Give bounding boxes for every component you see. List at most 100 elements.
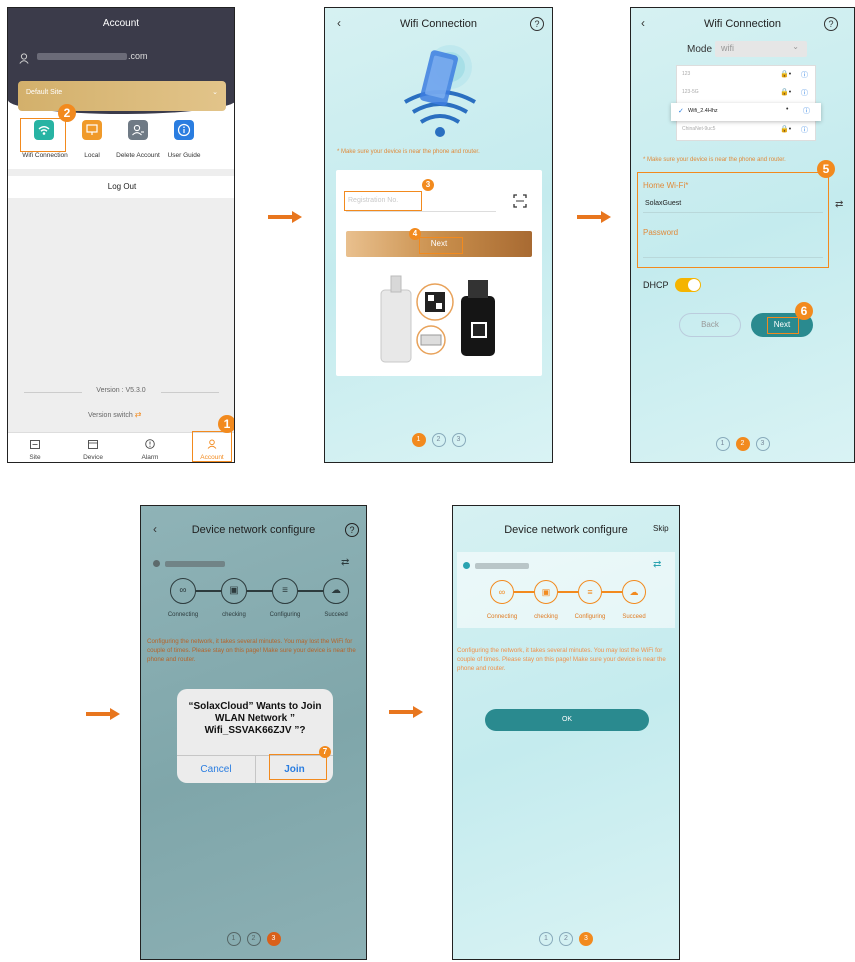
stage-label-succeed: Succeed [324, 612, 348, 618]
stage-connector [514, 591, 534, 593]
scan-icon[interactable] [513, 194, 527, 213]
logout-button[interactable]: Log Out [8, 176, 234, 198]
device-icon [88, 440, 98, 449]
highlight-wifi-tile [20, 118, 66, 152]
step-dot-2: 2 [559, 932, 573, 946]
device-serial-masked [165, 561, 225, 567]
step-badge-4: 4 [409, 228, 421, 240]
tile-label-wifi: Wifi Connection [22, 152, 68, 159]
stage-checking-icon: ▣ [221, 578, 247, 604]
settings-icon[interactable]: ⇄ [341, 557, 349, 568]
phone-wifi-illustration [404, 45, 476, 137]
network-row-selected[interactable]: ✓ Wifi_2.4Hhz • ⓘ [671, 103, 821, 121]
email-masked [37, 53, 127, 60]
page-title: Wifi Connection [399, 18, 478, 30]
tab-site[interactable]: Site [20, 436, 50, 461]
page-title: Account [102, 18, 140, 29]
step-dot-1: 1 [226, 932, 241, 946]
stage-label-configuring: Configuring [574, 614, 606, 620]
highlight-wifi-form [637, 172, 829, 268]
step-badge-7: 7 [319, 746, 331, 758]
screen-account: Account .com Default Site ⌄ Wifi Connect… [7, 7, 235, 463]
screen-wifi-connection-1: ‹ Wifi Connection ? * Make sure your dev… [324, 7, 553, 463]
version-line-right [161, 392, 219, 393]
stage-connector [298, 590, 323, 592]
tab-device-label: Device [83, 454, 103, 461]
tile-local[interactable] [82, 120, 102, 140]
network-row-4[interactable]: ChinaNet-9uc5 🔒• ⓘ [676, 123, 816, 139]
step-badge-5: 5 [817, 160, 835, 178]
wifi-signal-icon: 🔒• [780, 126, 792, 133]
screen-wifi-connection-2: ‹ Wifi Connection ? Mode wifi ⌄ 123 🔒• ⓘ… [630, 7, 855, 463]
logout-label: Log Out [107, 182, 137, 191]
monitor-icon [86, 124, 98, 135]
stage-connecting-icon: ∞ [170, 578, 196, 604]
tab-alarm-label: Alarm [141, 454, 159, 461]
flow-arrow-1 [268, 211, 302, 223]
tab-alarm[interactable]: Alarm [134, 436, 166, 461]
info-icon[interactable]: ⓘ [803, 106, 810, 116]
stage-configuring-icon: ≡ [272, 578, 298, 604]
back-label: Back [701, 320, 719, 329]
stage-connector [247, 590, 272, 592]
info-icon[interactable]: ⓘ [801, 70, 808, 80]
stage-label-connecting: Connecting [486, 614, 518, 620]
settings-icon[interactable]: ⇄ [653, 559, 661, 570]
notice-text: * Make sure your device is near the phon… [337, 149, 480, 155]
stage-label-connecting: Connecting [167, 612, 199, 618]
network-name-1: 123 [682, 71, 691, 77]
tab-device[interactable]: Device [76, 436, 110, 461]
stage-succeed-icon: ☁ [622, 580, 646, 604]
help-icon[interactable]: ? [345, 523, 359, 537]
step-indicator: 1 2 3 [141, 932, 366, 946]
step-dot-2: 2 [246, 932, 261, 946]
mode-value: wifi [721, 43, 734, 53]
cancel-label: Cancel [200, 764, 232, 775]
page-title: Wifi Connection [703, 18, 782, 30]
back-button[interactable]: Back [679, 313, 741, 337]
step-dot-2: 2 [735, 437, 750, 451]
highlight-join [269, 754, 327, 780]
chevron-down-icon: ⌄ [792, 42, 799, 51]
highlight-next [419, 237, 463, 254]
stage-label-checking: checking [534, 614, 558, 620]
info-icon[interactable]: ⓘ [801, 88, 808, 98]
flow-arrow-2 [577, 211, 611, 223]
screen-device-network-configure-dialog: ‹ Device network configure ? ⇄ ∞ ▣ ≡ ☁ C… [140, 505, 367, 960]
version-switch[interactable]: Version switch ⇄ [88, 410, 141, 419]
tile-label-guide: User Guide [167, 152, 201, 159]
stage-succeed-icon: ☁ [323, 578, 349, 604]
help-icon[interactable]: ? [824, 17, 838, 31]
dhcp-label: DHCP [643, 280, 669, 290]
tile-user-guide[interactable] [174, 120, 194, 140]
highlight-account-tab [192, 431, 232, 462]
help-icon[interactable]: ? [530, 17, 544, 31]
ok-button[interactable]: OK [485, 709, 649, 731]
step-badge-6: 6 [795, 302, 813, 320]
version-switch-label: Version switch [88, 412, 133, 419]
stage-label-checking: checking [222, 612, 246, 618]
network-row-1[interactable]: 123 🔒• ⓘ [676, 68, 816, 84]
step-badge-1: 1 [218, 415, 234, 433]
step-dot-1: 1 [539, 932, 553, 946]
info-icon[interactable]: ⓘ [801, 125, 808, 135]
site-select[interactable]: Default Site ⌄ [18, 81, 226, 111]
mode-label: Mode [687, 44, 713, 55]
switch-icon: ⇄ [134, 410, 142, 419]
mode-select[interactable]: wifi ⌄ [715, 41, 807, 57]
configure-message: Configuring the network, it takes severa… [147, 638, 356, 663]
network-row-2[interactable]: 123-5G 🔒• ⓘ [676, 86, 816, 102]
skip-button[interactable]: Skip [653, 524, 669, 533]
wifi-signal-icon: 🔒• [780, 89, 792, 96]
toggle-knob [688, 279, 700, 291]
step-dot-3: 3 [451, 433, 466, 447]
page-title: Device network configure [191, 524, 316, 536]
page-title: Device network configure [504, 524, 628, 536]
swap-icon[interactable]: ⇄ [835, 199, 843, 210]
ok-label: OK [561, 716, 573, 723]
cancel-button[interactable]: Cancel [177, 756, 255, 783]
tile-delete-account[interactable] [128, 120, 148, 140]
step-indicator: 1 2 3 [325, 433, 552, 447]
user-icon [19, 51, 29, 64]
dhcp-toggle[interactable] [675, 278, 701, 292]
